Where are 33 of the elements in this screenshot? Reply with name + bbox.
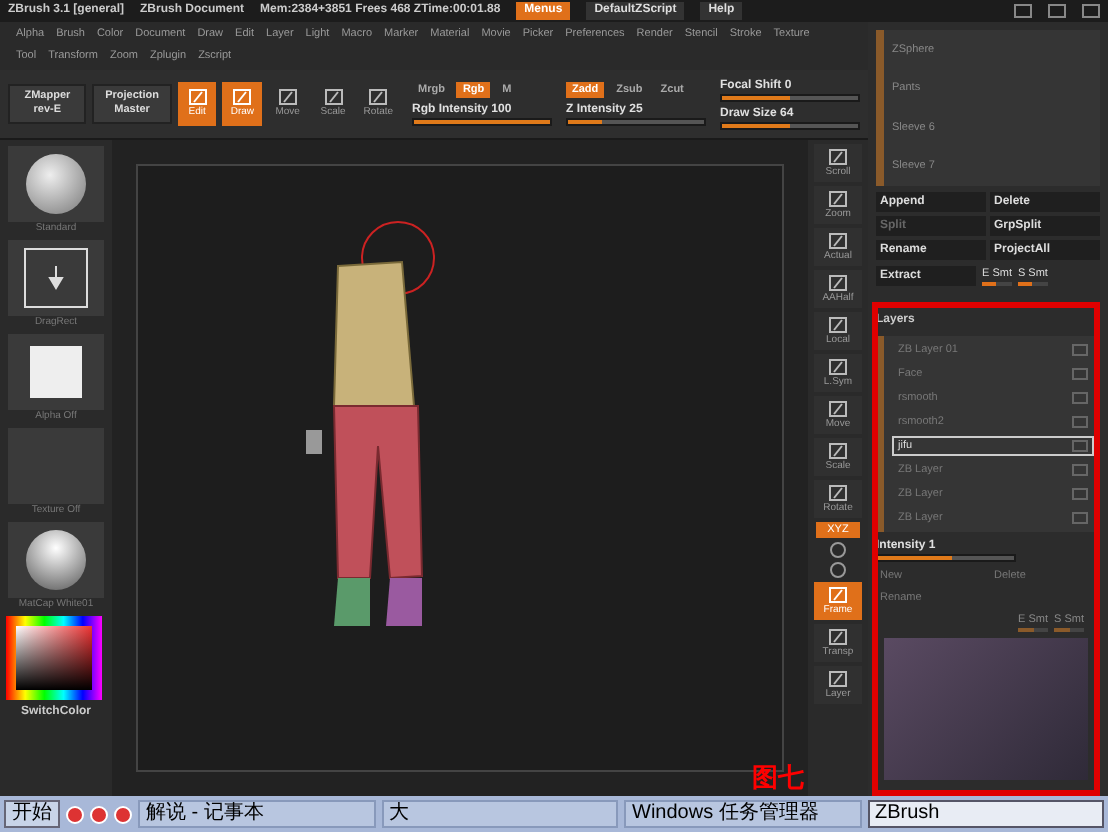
- color-picker[interactable]: [6, 616, 102, 700]
- taskbar-task[interactable]: ZBrush: [867, 800, 1104, 828]
- thumbnail[interactable]: [8, 334, 104, 410]
- tool-icon: [368, 87, 389, 106]
- slider-track[interactable]: [566, 118, 706, 126]
- tool-icon: [323, 87, 344, 106]
- slider-track[interactable]: [720, 94, 860, 102]
- taskbar-task[interactable]: Windows 任务管理器: [624, 800, 861, 828]
- start-button[interactable]: 开始: [4, 800, 60, 828]
- tool-icon: [828, 670, 848, 688]
- tool-icon: [828, 628, 848, 646]
- thumbnail[interactable]: [8, 146, 104, 222]
- taskbar-task[interactable]: 大: [381, 800, 618, 828]
- thumbnail[interactable]: [8, 522, 104, 598]
- tool-icon: [828, 484, 848, 502]
- tool-icon: [232, 87, 253, 106]
- alpha-square-icon: [30, 346, 82, 398]
- slider-track[interactable]: [876, 554, 1016, 562]
- tool-icon: [828, 232, 848, 250]
- tool-icon: [828, 358, 848, 376]
- tool-icon: [277, 87, 298, 106]
- tool-icon: [828, 400, 848, 418]
- tool-icon: [828, 148, 848, 166]
- tool-icon: [828, 316, 848, 334]
- figure-caption: 图七: [752, 759, 804, 795]
- tool-icon: [828, 190, 848, 208]
- tool-icon: [828, 442, 848, 460]
- taskbar-task[interactable]: 解说 - 记事本: [138, 800, 375, 828]
- thumbnail[interactable]: [8, 240, 104, 316]
- tool-icon: [828, 274, 848, 292]
- slider-track[interactable]: [720, 122, 860, 130]
- tool-icon: [828, 586, 848, 604]
- tool-icon: [187, 87, 208, 106]
